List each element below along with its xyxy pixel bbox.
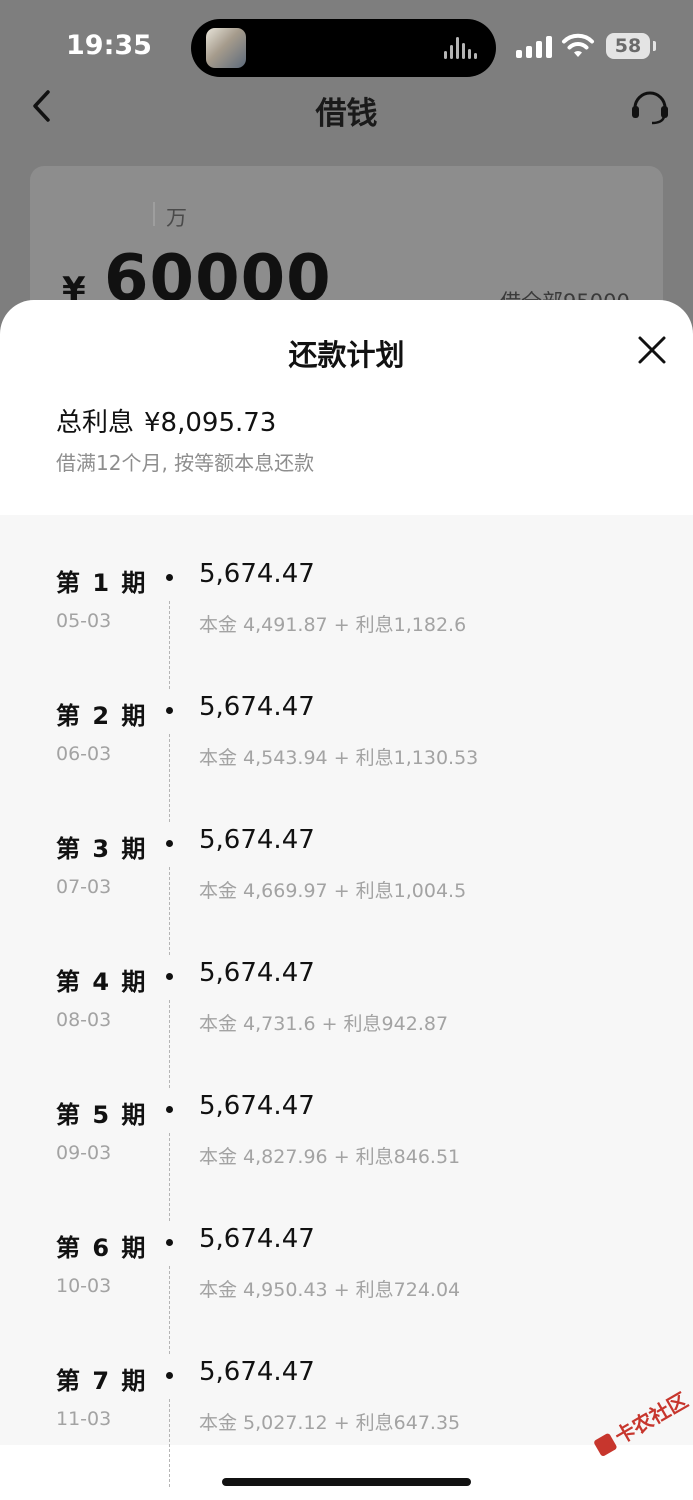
page-title: 借钱 <box>315 96 378 132</box>
dynamic-island[interactable] <box>191 19 496 77</box>
list-item: 第 3 期 5,674.47 07-03 本金 4,669.97 + 利息1,0… <box>0 781 693 955</box>
audio-waveform-icon <box>444 37 478 59</box>
home-indicator[interactable] <box>222 1478 471 1486</box>
period-date: 06-03 <box>56 743 112 765</box>
screen: 19:35 58 借钱 万 ¥ 60000 借全部95000 还款计划 <box>0 0 693 1500</box>
status-time: 19:35 <box>66 30 152 61</box>
sheet-title: 还款计划 <box>288 338 405 372</box>
timeline-dot <box>166 707 173 714</box>
period-label: 第 3 期 <box>56 835 148 863</box>
period-breakdown: 本金 4,669.97 + 利息1,004.5 <box>199 880 467 902</box>
timeline-dot <box>166 1239 173 1246</box>
list-item: 第 2 期 5,674.47 06-03 本金 4,543.94 + 利息1,1… <box>0 648 693 822</box>
period-breakdown: 本金 4,491.87 + 利息1,182.6 <box>199 614 467 636</box>
period-date: 08-03 <box>56 1009 112 1031</box>
repayment-method-note: 借满12个月, 按等额本息还款 <box>56 451 315 475</box>
period-breakdown: 本金 4,827.96 + 利息846.51 <box>199 1146 461 1168</box>
timeline-dot <box>166 1106 173 1113</box>
period-breakdown: 本金 4,543.94 + 利息1,130.53 <box>199 747 479 769</box>
repayment-plan-sheet: 还款计划 总利息 ¥8,095.73 借满12个月, 按等额本息还款 第 1 期 … <box>0 300 693 1500</box>
timeline-dot <box>166 1372 173 1379</box>
list-item: 第 1 期 5,674.47 05-03 本金 4,491.87 + 利息1,1… <box>0 515 693 689</box>
period-date: 09-03 <box>56 1142 112 1164</box>
period-label: 第 4 期 <box>56 968 148 996</box>
headset-icon[interactable] <box>628 86 672 126</box>
period-label: 第 5 期 <box>56 1101 148 1129</box>
period-breakdown: 本金 5,027.12 + 利息647.35 <box>199 1412 461 1434</box>
period-date: 07-03 <box>56 876 112 898</box>
timeline-dot <box>166 973 173 980</box>
period-amount: 5,674.47 <box>199 559 315 589</box>
cellular-signal-icon <box>516 36 552 58</box>
period-label: 第 7 期 <box>56 1367 148 1395</box>
repayment-schedule-list[interactable]: 第 1 期 5,674.47 05-03 本金 4,491.87 + 利息1,1… <box>0 515 693 1487</box>
battery-indicator: 58 <box>606 33 656 59</box>
period-date: 05-03 <box>56 610 112 632</box>
now-playing-artwork <box>206 28 246 68</box>
wifi-icon <box>562 33 594 57</box>
period-label: 第 2 期 <box>56 702 148 730</box>
timeline-dot <box>166 840 173 847</box>
input-cursor <box>153 202 155 226</box>
period-amount: 5,674.47 <box>199 825 315 855</box>
timeline-connector <box>169 1399 170 1487</box>
list-item: 第 6 期 5,674.47 10-03 本金 4,950.43 + 利息724… <box>0 1180 693 1354</box>
period-label: 第 6 期 <box>56 1234 148 1262</box>
list-item: 第 5 期 5,674.47 09-03 本金 4,827.96 + 利息846… <box>0 1047 693 1221</box>
total-interest-value: ¥8,095.73 <box>144 408 277 438</box>
timeline-dot <box>166 574 173 581</box>
period-breakdown: 本金 4,731.6 + 利息942.87 <box>199 1013 449 1035</box>
period-breakdown: 本金 4,950.43 + 利息724.04 <box>199 1279 461 1301</box>
period-amount: 5,674.47 <box>199 692 315 722</box>
unit-label: 万 <box>166 206 187 230</box>
list-item: 第 4 期 5,674.47 08-03 本金 4,731.6 + 利息942.… <box>0 914 693 1088</box>
period-amount: 5,674.47 <box>199 958 315 988</box>
period-amount: 5,674.47 <box>199 1357 315 1387</box>
period-date: 11-03 <box>56 1408 112 1430</box>
list-item: 第 7 期 5,674.47 11-03 本金 5,027.12 + 利息647… <box>0 1313 693 1487</box>
period-date: 10-03 <box>56 1275 112 1297</box>
period-amount: 5,674.47 <box>199 1224 315 1254</box>
period-amount: 5,674.47 <box>199 1091 315 1121</box>
period-label: 第 1 期 <box>56 569 148 597</box>
total-interest: 总利息 ¥8,095.73 <box>56 402 286 439</box>
close-icon[interactable] <box>636 334 668 366</box>
total-interest-label: 总利息 <box>56 408 135 438</box>
